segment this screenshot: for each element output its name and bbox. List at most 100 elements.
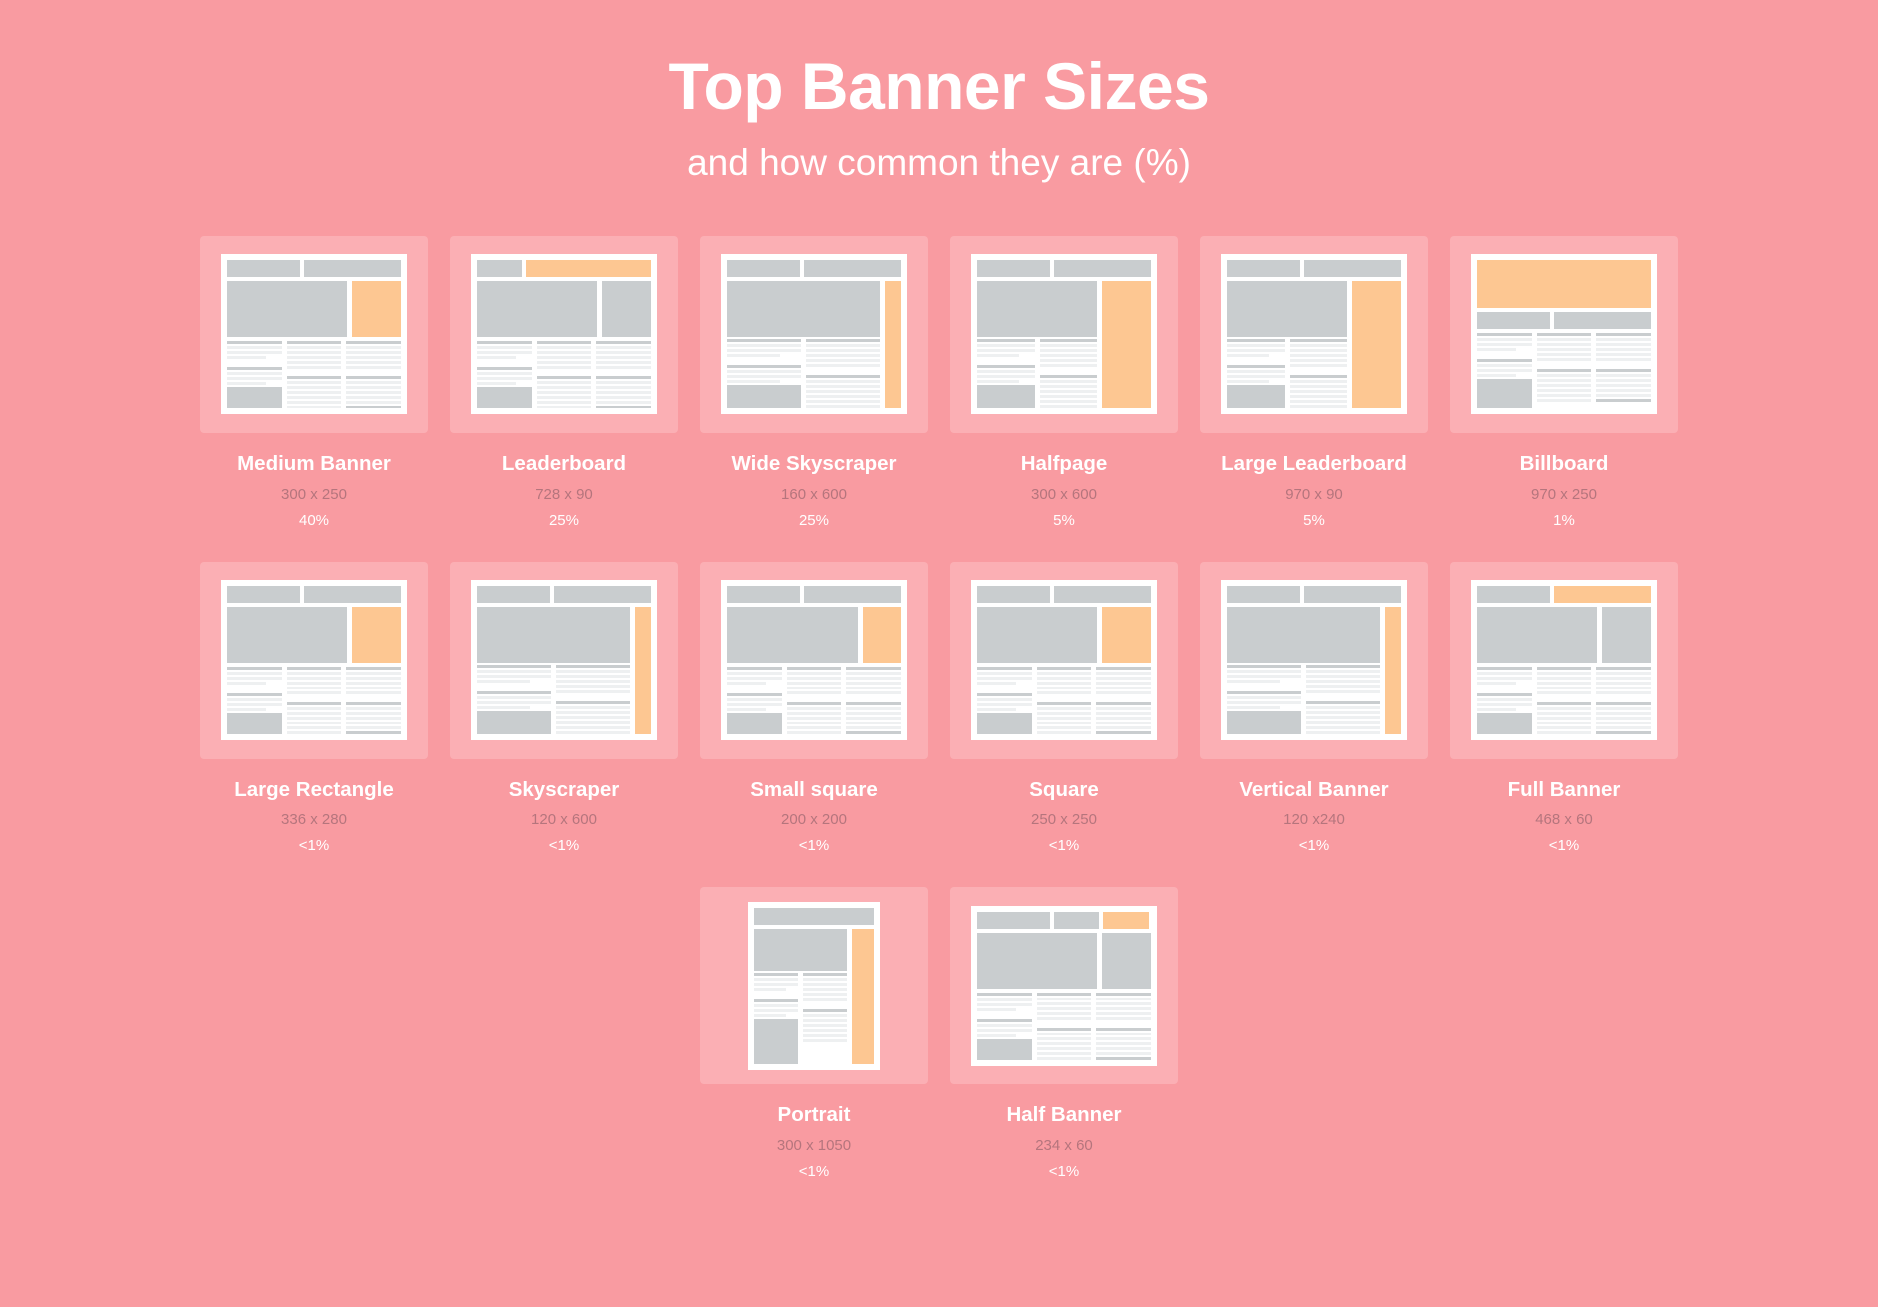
wireframe-text-line [227, 698, 282, 702]
wireframe-text-line [1289, 405, 1348, 409]
wireframe-text-line [977, 703, 1032, 707]
wireframe-text-line [536, 400, 592, 404]
wireframe-column [977, 992, 1032, 1060]
wireframe-text-line [806, 380, 880, 384]
wireframe-text-line [286, 686, 342, 690]
banner-preview-card[interactable] [1450, 561, 1678, 759]
wireframe-image-block [1477, 607, 1598, 664]
wireframe-image-block [1227, 607, 1380, 664]
wireframe-nav-item [304, 260, 401, 278]
wireframe-text-line [727, 677, 782, 681]
banner-cell[interactable]: Full Banner 468 x 60 <1% [1439, 561, 1689, 856]
banner-cell[interactable]: Skyscraper 120 x 600 <1% [439, 561, 689, 856]
wireframe-text-line [977, 1028, 1032, 1032]
banner-percentage: <1% [548, 837, 580, 855]
wireframe-text-line [477, 691, 551, 695]
wireframe-text-line [1596, 343, 1652, 347]
banner-name: Billboard [1519, 451, 1609, 475]
banner-preview-card[interactable] [700, 235, 928, 433]
banner-percentage: <1% [798, 1162, 830, 1180]
wireframe-text-line [803, 1033, 847, 1037]
banner-preview-card[interactable] [950, 235, 1178, 433]
wireframe-text-line [1477, 338, 1532, 342]
banner-preview-card[interactable] [1200, 235, 1428, 433]
wireframe-text-line [1096, 711, 1152, 715]
wireframe-text-line [803, 1038, 847, 1042]
wireframe-text-line [1036, 1037, 1092, 1041]
banner-preview-card[interactable] [950, 887, 1178, 1085]
banner-cell[interactable]: Medium Banner 300 x 250 40% [189, 235, 439, 530]
wireframe-text-line [1306, 706, 1380, 710]
wireframe-text-line [977, 693, 1032, 697]
wireframe-text-line [846, 711, 902, 715]
wireframe-text-line [1036, 992, 1092, 996]
banner-cell[interactable]: Billboard 970 x 250 1% [1439, 235, 1689, 530]
wireframe-column [1536, 667, 1592, 735]
wireframe-text-line [1477, 693, 1532, 697]
wireframe-text-line [727, 375, 801, 379]
banner-cell[interactable]: Halfpage 300 x 600 5% [939, 235, 1189, 530]
banner-dimensions: 120 x240 [1283, 811, 1345, 829]
wireframe-text-line [1536, 374, 1592, 378]
wireframe-text-line [1039, 344, 1098, 348]
wireframe-text-line [1536, 691, 1592, 695]
wireframe-text-line [1477, 359, 1532, 363]
banner-cell[interactable]: Square 250 x 250 <1% [939, 561, 1189, 856]
wireframe-body [477, 607, 651, 735]
wireframe-text-line [1096, 726, 1152, 730]
wireframe-text-line [1227, 370, 1285, 374]
banner-cell[interactable]: Wide Skyscraper 160 x 600 25% [689, 235, 939, 530]
wireframe-text-line [1036, 721, 1092, 725]
wireframe-text-line [596, 386, 652, 390]
wireframe-text-line [1306, 721, 1380, 725]
banner-preview-card[interactable] [450, 561, 678, 759]
wireframe-text-line [1036, 997, 1092, 1001]
banner-preview-card[interactable] [700, 887, 928, 1085]
banner-name: Large Leaderboard [1221, 451, 1407, 475]
wireframe-hero [977, 281, 1098, 338]
banner-cell[interactable]: Half Banner 234 x 60 <1% [939, 887, 1189, 1181]
wireframe-text-line [1477, 343, 1532, 347]
wireframe-column [1096, 667, 1152, 735]
wireframe-text-line [1227, 665, 1301, 669]
wireframe-text-line [1227, 380, 1269, 384]
banner-cell[interactable]: Large Rectangle 336 x 280 <1% [189, 561, 439, 856]
wireframe-text-line [1096, 1052, 1152, 1055]
wireframe-text-line [1477, 348, 1517, 352]
wireframe-text-line [786, 691, 842, 695]
banner-caption: Billboard 970 x 250 1% [1520, 451, 1609, 530]
wireframe-text-line [977, 997, 1032, 1001]
banner-preview-card[interactable] [200, 235, 428, 433]
banner-caption: Portrait 300 x 1050 <1% [777, 1102, 851, 1181]
banner-cell[interactable]: Small square 200 x 200 <1% [689, 561, 939, 856]
wireframe-nav-item [977, 260, 1051, 278]
banner-cell[interactable]: Vertical Banner 120 x240 <1% [1189, 561, 1439, 856]
banner-preview-card[interactable] [950, 561, 1178, 759]
banner-preview-card[interactable] [1200, 561, 1428, 759]
wireframe-columns [977, 667, 1152, 735]
wireframe-text-line [556, 701, 630, 705]
banner-cell[interactable]: Leaderboard 728 x 90 25% [439, 235, 689, 530]
wireframe-text-line [1096, 702, 1152, 705]
wireframe-text-line [477, 367, 532, 371]
wireframe-text-line [846, 706, 902, 710]
banner-cell[interactable]: Portrait 300 x 1050 <1% [689, 887, 939, 1181]
wireframe-column [1477, 667, 1532, 735]
banner-preview-card[interactable] [450, 235, 678, 433]
wireframe-image-block [727, 607, 858, 664]
wireframe-text-line [1036, 676, 1092, 680]
wireframe-text-line [536, 365, 592, 369]
wireframe-text-line [1289, 390, 1348, 394]
banner-percentage: <1% [798, 837, 830, 855]
banner-preview-card[interactable] [700, 561, 928, 759]
wireframe-text-line [727, 682, 767, 686]
wireframe-text-line [977, 708, 1017, 712]
banner-name: Medium Banner [237, 451, 391, 475]
wireframe-text-line [1536, 686, 1592, 690]
banner-cell[interactable]: Large Leaderboard 970 x 90 5% [1189, 235, 1439, 530]
banner-preview-card[interactable] [1450, 235, 1678, 433]
banner-percentage: 25% [548, 511, 579, 529]
wireframe-nav-item [727, 586, 801, 604]
wireframe-column [1096, 992, 1152, 1060]
banner-preview-card[interactable] [200, 561, 428, 759]
